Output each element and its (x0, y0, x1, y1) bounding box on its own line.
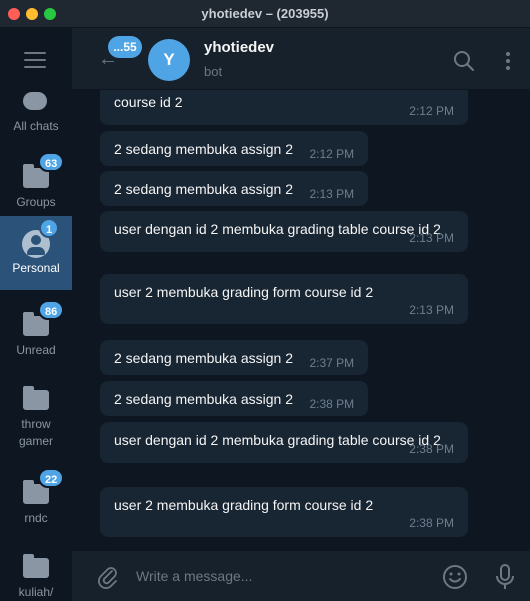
message-text: user 2 membuka grading form course id 2 (114, 497, 374, 513)
folder-unread[interactable]: 86 Unread (0, 300, 72, 360)
message-bubble[interactable]: user dengan id 2 membuka grading table c… (100, 211, 468, 252)
message-text: user dengan id 2 membuka grading table c… (114, 221, 441, 237)
message-text: 2 sedang membuka assign 2 (114, 141, 293, 157)
message-time: 2:13 PM (309, 187, 355, 201)
message-input[interactable] (136, 563, 426, 589)
folder-kuliah[interactable]: kuliah/ (0, 548, 72, 601)
message-bubble[interactable]: 2 sedang membuka assign 2 2:12 PM (100, 131, 369, 166)
unread-badge: 86 (38, 300, 65, 320)
message-time: 2:37 PM (309, 356, 355, 370)
folder-label: Personal (12, 261, 60, 275)
folder-groups[interactable]: 63 Groups (0, 152, 72, 212)
message-text: user 2 membuka grading form course id 2 (114, 284, 374, 300)
message-text: user dengan id 2 membuka grading table c… (114, 432, 441, 448)
chat-header: ← ...55 Y yhotiedev bot (72, 28, 530, 90)
folder-icon: 86 (21, 300, 65, 338)
window-title: yhotiedev – (203955) (201, 6, 329, 21)
message-text: 2 sedang membuka assign 2 (114, 181, 293, 197)
unread-badge: 1 (39, 218, 60, 238)
folder-label: Unread (16, 343, 56, 357)
message-bubble[interactable]: 2 sedang membuka assign 2 2:13 PM (100, 171, 369, 206)
message-time: 2:13 PM (409, 303, 454, 317)
search-icon[interactable] (453, 50, 475, 72)
message-bubble[interactable]: user 2 membuka grading form course id 2 … (100, 274, 468, 324)
folder-throw-gamer[interactable]: throw gamer (0, 380, 72, 452)
chat-title[interactable]: yhotiedev (204, 39, 274, 56)
avatar[interactable]: Y (148, 39, 190, 81)
folder-all-chats[interactable]: All chats (0, 88, 72, 140)
folder-icon (21, 386, 51, 412)
folder-rndc[interactable]: 22 rndc (0, 468, 72, 528)
hamburger-icon[interactable] (24, 52, 46, 68)
chat-bubble-icon (21, 88, 51, 114)
microphone-icon[interactable] (494, 563, 516, 591)
message-bubble[interactable]: 2 sedang membuka assign 2 2:38 PM (100, 381, 369, 416)
folder-label: kuliah/ (18, 585, 54, 599)
more-vertical-icon[interactable] (500, 50, 516, 72)
message-time: 2:38 PM (309, 397, 355, 411)
message-bubble[interactable]: user 2 membuka grading form course id 2 … (100, 487, 468, 537)
message-time: 2:12 PM (309, 147, 355, 161)
person-icon: 1 (21, 218, 60, 258)
folder-icon: 63 (21, 152, 65, 190)
message-time: 2:38 PM (409, 516, 454, 530)
emoji-icon[interactable] (442, 564, 468, 590)
unread-badge: 63 (38, 152, 65, 172)
message-bubble[interactable]: user dengan id 2 membuka grading table c… (100, 422, 468, 463)
folder-sidebar: All chats 63 Groups 1 Personal 86 Unread… (0, 28, 72, 601)
message-text: 2 sedang membuka assign 2 (114, 391, 293, 407)
folder-icon: 22 (21, 468, 65, 506)
paperclip-icon[interactable] (96, 565, 120, 589)
message-list[interactable]: course id 2 2:12 PM 2 sedang membuka ass… (72, 90, 530, 550)
chat-status: bot (204, 64, 223, 79)
folder-label: throw gamer (18, 417, 53, 448)
folder-personal[interactable]: 1 Personal (0, 216, 72, 290)
folder-label: Groups (16, 195, 56, 209)
message-text: 2 sedang membuka assign 2 (114, 350, 293, 366)
back-unread-badge: ...55 (108, 36, 142, 58)
folder-label: rndc (24, 511, 48, 525)
folder-icon (21, 554, 51, 580)
message-bubble[interactable]: 2 sedang membuka assign 2 2:37 PM (100, 340, 369, 375)
folder-label: All chats (13, 119, 59, 133)
message-bubble[interactable]: course id 2 2:12 PM (100, 90, 468, 125)
window-titlebar: yhotiedev – (203955) (0, 0, 530, 28)
unread-badge: 22 (38, 468, 65, 488)
message-composer (72, 550, 530, 601)
